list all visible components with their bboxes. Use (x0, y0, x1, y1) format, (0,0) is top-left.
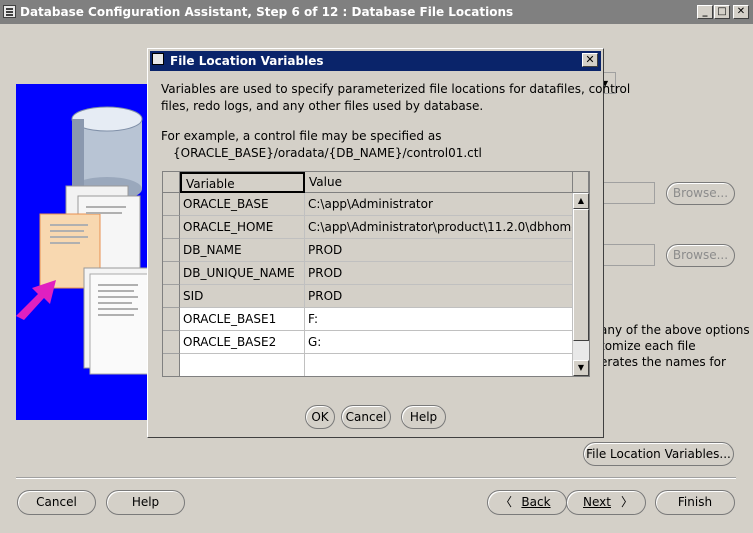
database-illustration-icon (16, 106, 149, 375)
description-line-2: files, redo logs, and any other files us… (161, 99, 484, 113)
cancel-button[interactable]: Cancel (17, 490, 96, 515)
dialog-title: File Location Variables (170, 54, 324, 68)
row-header[interactable] (163, 262, 180, 285)
minimize-button[interactable]: _ (697, 5, 713, 19)
row-header[interactable] (163, 193, 180, 216)
variable-cell[interactable]: ORACLE_BASE2 (180, 331, 305, 354)
illustration-panel (16, 84, 151, 420)
row-header[interactable] (163, 285, 180, 308)
chevron-left-icon: 〈 (500, 495, 513, 509)
variable-cell: DB_UNIQUE_NAME (180, 262, 305, 285)
back-label: Back (521, 495, 551, 509)
value-cell: PROD (305, 239, 573, 262)
options-line-2: tomize each file (600, 339, 696, 353)
value-cell: PROD (305, 262, 573, 285)
variable-cell[interactable] (180, 354, 305, 376)
example-line-1: For example, a control file may be speci… (161, 129, 442, 143)
row-header[interactable] (163, 216, 180, 239)
ok-button[interactable]: OK (305, 405, 335, 429)
variable-cell[interactable]: ORACLE_BASE1 (180, 308, 305, 331)
corner-header (163, 172, 180, 193)
next-label: Next (583, 495, 611, 509)
value-cell: C:\app\Administrator (305, 193, 573, 216)
browse-button-1[interactable]: Browse... (666, 182, 735, 205)
row-header[interactable] (163, 354, 180, 376)
chevron-right-icon: 〉 (620, 495, 633, 509)
table-scrollbar[interactable]: ▲ ▼ (573, 193, 589, 376)
row-header[interactable] (163, 239, 180, 262)
close-window-button[interactable]: ✕ (733, 5, 749, 19)
browse-button-2[interactable]: Browse... (666, 244, 735, 267)
variable-cell: DB_NAME (180, 239, 305, 262)
dialog-help-button[interactable]: Help (401, 405, 446, 429)
example-line-2: {ORACLE_BASE}/oradata/{DB_NAME}/control0… (173, 146, 482, 160)
scrollbar-thumb[interactable] (573, 209, 589, 341)
variables-table: Variable Value ORACLE_BASE C:\app\Adminis… (162, 171, 590, 377)
back-button[interactable]: 〈 Back (487, 490, 567, 515)
row-header[interactable] (163, 308, 180, 331)
variable-cell: SID (180, 285, 305, 308)
window-title: Database Configuration Assistant, Step 6… (20, 5, 514, 19)
help-button[interactable]: Help (106, 490, 185, 515)
header-filler (573, 172, 589, 193)
value-cell[interactable]: G: (305, 331, 573, 354)
value-cell: C:\app\Administrator\product\11.2.0\dbho… (305, 216, 573, 239)
variable-cell: ORACLE_HOME (180, 216, 305, 239)
value-cell[interactable]: F: (305, 308, 573, 331)
column-header-variable[interactable]: Variable (180, 172, 305, 193)
options-line-1: any of the above options (600, 323, 750, 337)
scroll-down-arrow-icon[interactable]: ▼ (573, 360, 589, 376)
app-icon (3, 5, 16, 18)
file-location-variables-dialog: File Location Variables ✕ Variables are … (147, 48, 630, 438)
dialog-example: For example, a control file may be speci… (161, 128, 482, 162)
value-cell[interactable] (305, 354, 573, 376)
next-button[interactable]: Next 〉 (566, 490, 646, 515)
row-header[interactable] (163, 331, 180, 354)
path-field-2[interactable] (598, 244, 655, 266)
finish-button[interactable]: Finish (655, 490, 735, 515)
nav-separator (16, 477, 736, 479)
dialog-close-button[interactable]: ✕ (582, 53, 598, 67)
main-title-bar: Database Configuration Assistant, Step 6… (0, 0, 753, 24)
dialog-title-bar: File Location Variables (150, 51, 601, 71)
description-line-1: Variables are used to specify parameteri… (161, 82, 631, 96)
dialog-app-icon (152, 53, 164, 65)
variable-cell: ORACLE_BASE (180, 193, 305, 216)
value-cell: PROD (305, 285, 573, 308)
path-field-1[interactable] (598, 182, 655, 204)
options-line-3: erates the names for (600, 355, 726, 369)
maximize-button[interactable]: □ (714, 5, 730, 19)
file-location-variables-button[interactable]: File Location Variables... (583, 442, 734, 466)
options-description: any of the above options tomize each fil… (600, 322, 750, 370)
dialog-cancel-button[interactable]: Cancel (341, 405, 391, 429)
scroll-up-arrow-icon[interactable]: ▲ (573, 193, 589, 209)
column-header-value[interactable]: Value (305, 172, 573, 193)
dialog-description: Variables are used to specify parameteri… (161, 81, 630, 115)
